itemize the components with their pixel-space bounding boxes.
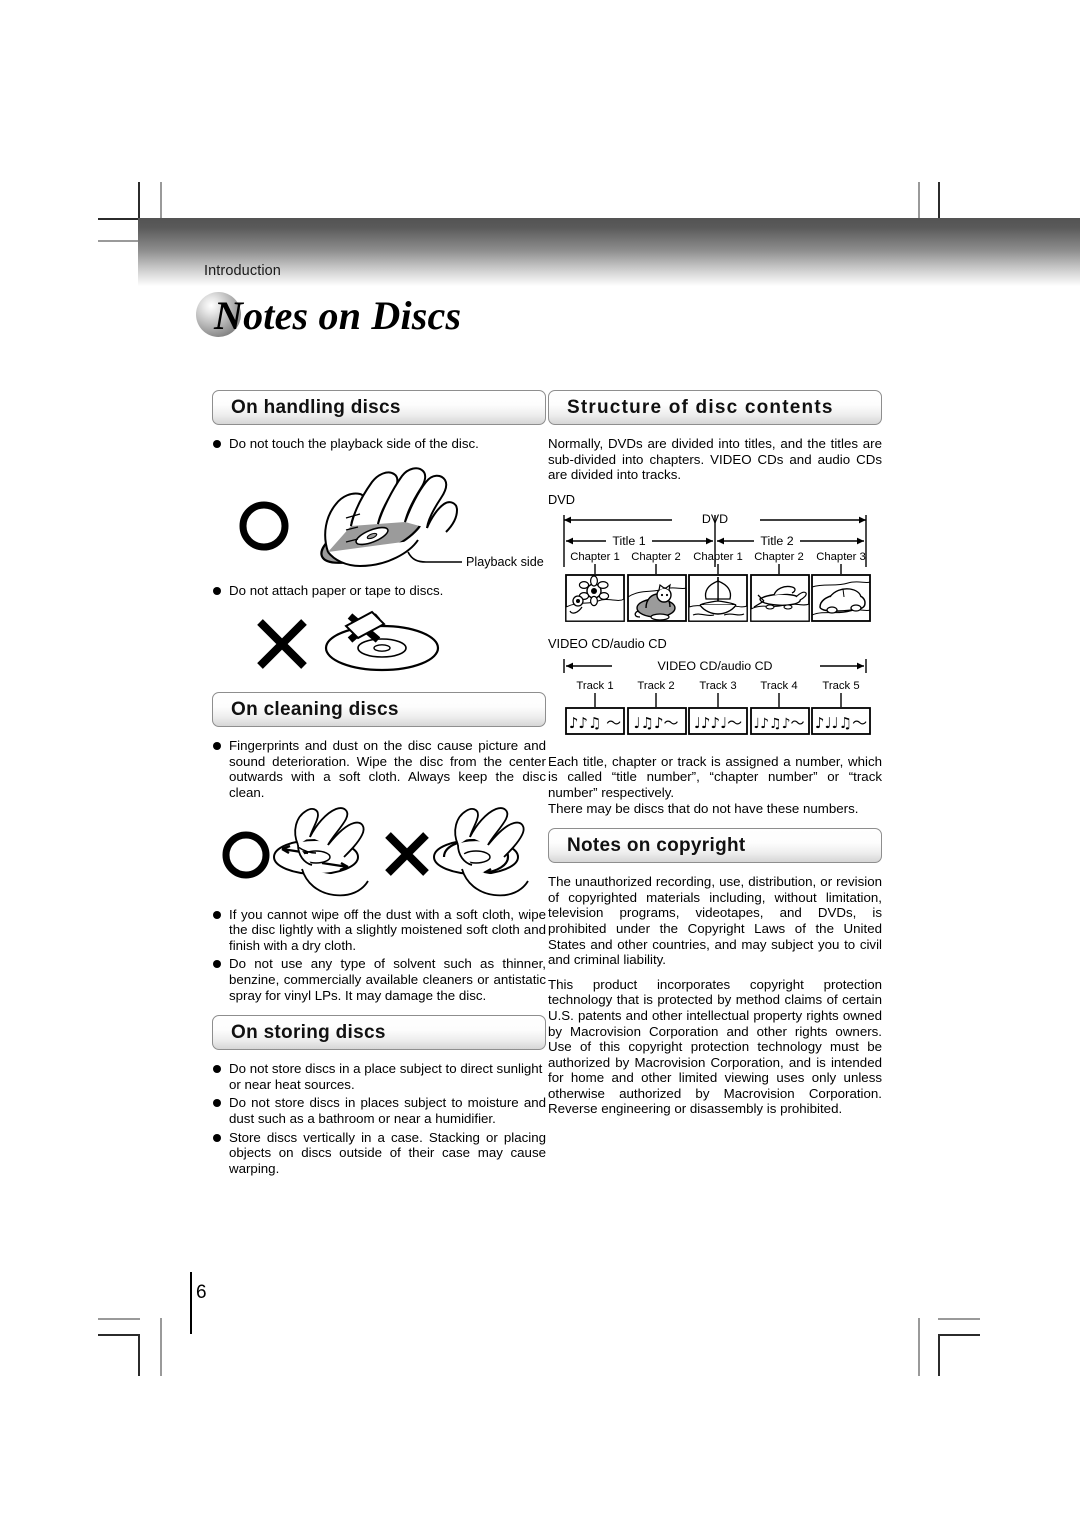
storing-bullet-2: Do not store discs in places subject to …: [229, 1095, 546, 1126]
illustration-handling-disc: Playback side: [212, 456, 546, 581]
track-notes-glyphs: ♪♪♫ 〜: [569, 714, 621, 732]
cleaning-disc-drawing: [222, 806, 529, 896]
illustration-cleaning-disc: [212, 806, 546, 907]
crop-mark-bl-h1: [98, 1318, 140, 1320]
thumbnail-airplane: [750, 573, 810, 622]
bullet-dot-icon: [213, 910, 221, 919]
thumbnail-cat: [627, 573, 687, 622]
wipe-radial-illustration: [273, 806, 369, 896]
list-item: Do not attach paper or tape to discs.: [212, 583, 546, 599]
structure-intro: Normally, DVDs are divided into titles, …: [548, 436, 882, 483]
title1-label: Title 1: [612, 534, 645, 548]
section-heading-storing: On storing discs: [212, 1015, 546, 1051]
chapter-label: Chapter 2: [631, 551, 681, 563]
track-label: Track 4: [760, 680, 797, 692]
illustration-no-paper-tape: [212, 606, 546, 682]
bullet-dot-icon: [213, 440, 221, 448]
chapter-label: Chapter 1: [693, 551, 743, 563]
crop-mark-br-v2: [938, 1334, 940, 1376]
section-breadcrumb: Introduction: [204, 263, 281, 279]
list-item: Do not store discs in places subject to …: [212, 1095, 546, 1126]
dvd-caption: DVD: [548, 491, 576, 507]
copyright-paragraph-2: This product incorporates copyright prot…: [548, 976, 882, 1117]
storing-bullet-1: Do not store discs in a place subject to…: [229, 1061, 543, 1092]
page-number: 6: [196, 1282, 207, 1303]
crop-mark-br-v1: [918, 1318, 920, 1376]
track-notes-glyphs: ♩♫♪〜: [633, 714, 678, 732]
bullet-dot-icon: [213, 1065, 221, 1074]
page-title-text: Notes on Discs: [214, 293, 462, 338]
ok-circle-icon: [222, 831, 270, 879]
handling-bullet-2: Do not attach paper or tape to discs.: [229, 582, 444, 598]
crop-mark-br-h1: [938, 1334, 980, 1336]
track-label: Track 2: [637, 680, 674, 692]
title2-label: Title 2: [760, 534, 793, 548]
section-heading-copyright: Notes on copyright: [548, 828, 882, 864]
chapter-label: Chapter 2: [754, 551, 804, 563]
bullet-dot-icon: [213, 586, 221, 595]
crop-mark-tl-h1: [98, 218, 140, 220]
track-notes-glyphs: ♩♪♫♪〜: [753, 716, 804, 732]
bullet-dot-icon: [213, 742, 221, 751]
section-heading-cleaning: On cleaning discs: [212, 692, 546, 728]
vcd-diagram-drawing: VIDEO CD/audio CD Track 1 Track 2 Track …: [563, 658, 871, 735]
crop-mark-bl-v2: [160, 1318, 162, 1376]
track-notes-glyphs: ♪♩♩♫〜: [815, 714, 867, 732]
track-notes-glyphs: ♩♪♪♩〜: [694, 714, 742, 732]
wipe-circular-illustration: [433, 806, 529, 896]
cleaning-bullet-1: Fingerprints and dust on the disc cause …: [229, 738, 546, 800]
ok-circle-icon: [239, 501, 289, 551]
vcd-span-label: VIDEO CD/audio CD: [658, 659, 773, 673]
x-mark-icon: [385, 831, 429, 876]
x-mark-icon: [257, 619, 307, 670]
bullet-dot-icon: [213, 1099, 221, 1108]
section-heading-handling-label: On handling discs: [231, 396, 401, 418]
crop-mark-bl-v1: [138, 1334, 140, 1376]
dvd-diagram-drawing: DVD Title 1 Title 2 Chapter 1 Chapter 2 …: [563, 512, 871, 622]
page-number-rule: [190, 1272, 193, 1334]
copyright-paragraph-1: The unauthorized recording, use, distrib…: [548, 874, 882, 968]
vcd-structure-diagram: VIDEO CD/audio CD Track 1 Track 2 Track …: [548, 655, 882, 752]
list-item: If you cannot wipe off the dust with a s…: [212, 907, 546, 954]
structure-note-2: There may be discs that do not have thes…: [548, 800, 859, 816]
vcd-caption: VIDEO CD/audio CD: [548, 635, 667, 651]
thumbnail-sunflower: [565, 573, 625, 622]
document-page: Introduction Notes on Discs On handling …: [0, 0, 1080, 1536]
crop-mark-br-h2: [938, 1318, 980, 1320]
storing-bullet-3: Store discs vertically in a case. Stacki…: [229, 1129, 546, 1176]
list-item: Do not use any type of solvent such as t…: [212, 956, 546, 1003]
bullet-dot-icon: [213, 960, 221, 969]
cleaning-bullet-3: Do not use any type of solvent such as t…: [229, 956, 546, 1003]
list-item: Do not touch the playback side of the di…: [212, 436, 546, 452]
section-heading-structure: Structure of disc contents: [548, 390, 882, 425]
list-item: Store discs vertically in a case. Stacki…: [212, 1130, 546, 1177]
handling-disc-drawing: Playback side: [239, 466, 544, 569]
section-heading-cleaning-label: On cleaning discs: [231, 698, 399, 720]
chapter-label: Chapter 1: [570, 551, 620, 563]
thumbnail-sailing-ship: [688, 573, 748, 622]
section-heading-storing-label: On storing discs: [231, 1021, 386, 1043]
page-header-band: Introduction: [138, 218, 1080, 286]
list-item: Do not store discs in a place subject to…: [212, 1061, 546, 1092]
bullet-dot-icon: [213, 1133, 221, 1142]
track-label: Track 5: [822, 680, 859, 692]
left-column: On handling discs Do not touch the playb…: [212, 390, 546, 1179]
structure-note-1: Each title, chapter or track is assigned…: [548, 753, 882, 800]
playback-side-label: Playback side: [466, 555, 544, 569]
handling-bullet-1: Do not touch the playback side of the di…: [229, 436, 479, 451]
right-column: Structure of disc contents Normally, DVD…: [548, 390, 882, 1126]
track-label: Track 1: [576, 680, 613, 692]
crop-mark-bl-h2: [98, 1334, 140, 1336]
crop-mark-tr-v2: [938, 182, 940, 218]
dvd-structure-diagram: DVD Title 1 Title 2 Chapter 1 Chapter 2 …: [548, 511, 882, 634]
no-paper-tape-drawing: [257, 610, 440, 672]
cleaning-bullet-2: If you cannot wipe off the dust with a s…: [229, 906, 546, 953]
thumbnail-car: [811, 573, 871, 622]
section-heading-handling: On handling discs: [212, 390, 546, 425]
chapter-label: Chapter 3: [816, 551, 866, 563]
track-label: Track 3: [699, 680, 736, 692]
list-item: Fingerprints and dust on the disc cause …: [212, 738, 546, 800]
section-heading-structure-label: Structure of disc contents: [567, 396, 834, 418]
section-heading-copyright-label: Notes on copyright: [567, 834, 746, 856]
